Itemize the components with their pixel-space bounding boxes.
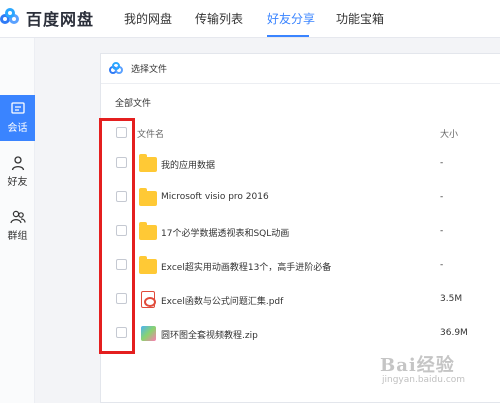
- column-header-name[interactable]: 文件名: [137, 127, 164, 140]
- group-icon: [9, 210, 26, 224]
- app-title: 百度网盘: [26, 10, 95, 29]
- dialog-header: 选择文件: [101, 54, 500, 84]
- watermark-text: Bai经验: [380, 355, 455, 376]
- folder-icon: [139, 188, 157, 206]
- sidebar-item-label: 会话: [7, 123, 28, 134]
- sidebar-item-label: 好友: [7, 177, 28, 188]
- file-size: 36.9M: [440, 328, 468, 338]
- left-sidebar: 会话 好友 群组: [0, 38, 35, 403]
- file-name: 17个必学数据透视表和SQL动画: [161, 229, 290, 239]
- file-name: Excel函数与公式问题汇集.pdf: [161, 297, 284, 307]
- file-size: -: [440, 226, 444, 236]
- nav-transfer-list[interactable]: 传输列表: [195, 10, 243, 27]
- file-size: 3.5M: [440, 294, 463, 304]
- file-row[interactable]: 我的应用数据 -: [101, 146, 500, 180]
- file-row[interactable]: Excel函数与公式问题汇集.pdf 3.5M: [101, 282, 500, 316]
- baidu-netdisk-logo-icon: [109, 61, 125, 75]
- checkbox-highlight-annotation: [99, 118, 135, 354]
- file-name: 圆环图全套视频教程.zip: [161, 331, 258, 341]
- folder-icon: [139, 154, 157, 172]
- dialog-title: 选择文件: [131, 65, 168, 75]
- sidebar-item-label: 群组: [7, 231, 28, 242]
- pdf-file-icon: [141, 291, 156, 308]
- file-size: -: [440, 192, 444, 202]
- sidebar-item-friends[interactable]: 好友: [0, 149, 35, 195]
- breadcrumb[interactable]: 全部文件: [115, 96, 151, 109]
- watermark-subtext: jingyan.baidu.com: [382, 375, 466, 385]
- column-header-size[interactable]: 大小: [440, 127, 458, 140]
- top-navigation-bar: 百度网盘 我的网盘 传输列表 好友分享 功能宝箱: [0, 0, 500, 38]
- nav-friend-share[interactable]: 好友分享: [267, 10, 315, 27]
- baidu-netdisk-logo-icon: [0, 8, 20, 28]
- file-row[interactable]: Microsoft visio pro 2016 -: [101, 180, 500, 214]
- file-size: -: [440, 260, 444, 270]
- file-name: Excel超实用动画教程13个，高手进阶必备: [161, 263, 332, 273]
- person-icon: [11, 156, 24, 171]
- file-name: 我的应用数据: [161, 161, 216, 171]
- chat-icon: [10, 102, 25, 114]
- folder-icon: [139, 222, 157, 240]
- active-tab-indicator: [267, 35, 309, 37]
- app-logo[interactable]: 百度网盘: [0, 5, 94, 31]
- file-name: Microsoft visio pro 2016: [161, 192, 269, 202]
- nav-toolbox[interactable]: 功能宝箱: [336, 10, 384, 27]
- watermark: Bai经验 jingyan.baidu.com: [380, 351, 500, 391]
- file-size: -: [440, 158, 444, 168]
- file-row[interactable]: Excel超实用动画教程13个，高手进阶必备 -: [101, 248, 500, 282]
- file-row[interactable]: 17个必学数据透视表和SQL动画 -: [101, 214, 500, 248]
- nav-my-netdisk[interactable]: 我的网盘: [124, 10, 172, 27]
- folder-icon: [139, 256, 157, 274]
- sidebar-item-chat[interactable]: 会话: [0, 95, 35, 141]
- sidebar-item-groups[interactable]: 群组: [0, 203, 35, 249]
- zip-file-icon: [141, 326, 156, 341]
- file-row[interactable]: 圆环图全套视频教程.zip 36.9M: [101, 316, 500, 350]
